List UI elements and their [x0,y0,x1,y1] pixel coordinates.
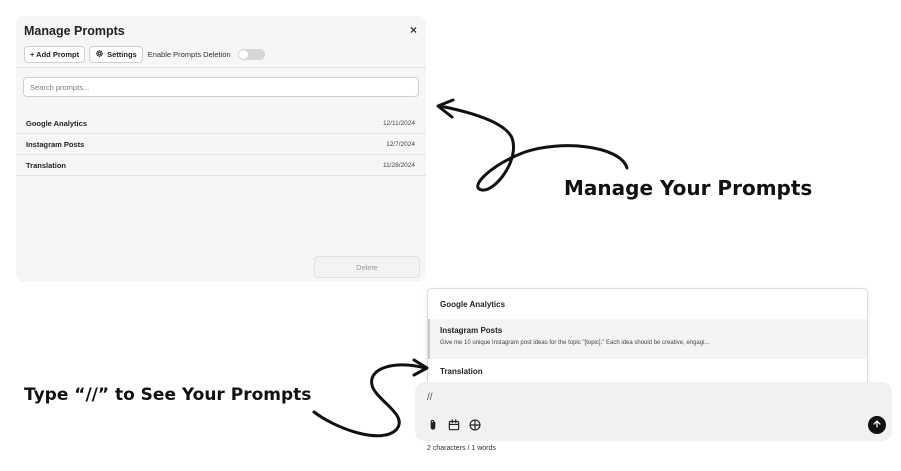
arrow-to-panel [438,104,629,192]
annotation-arrows [312,98,629,438]
arrow-to-input [312,363,427,438]
